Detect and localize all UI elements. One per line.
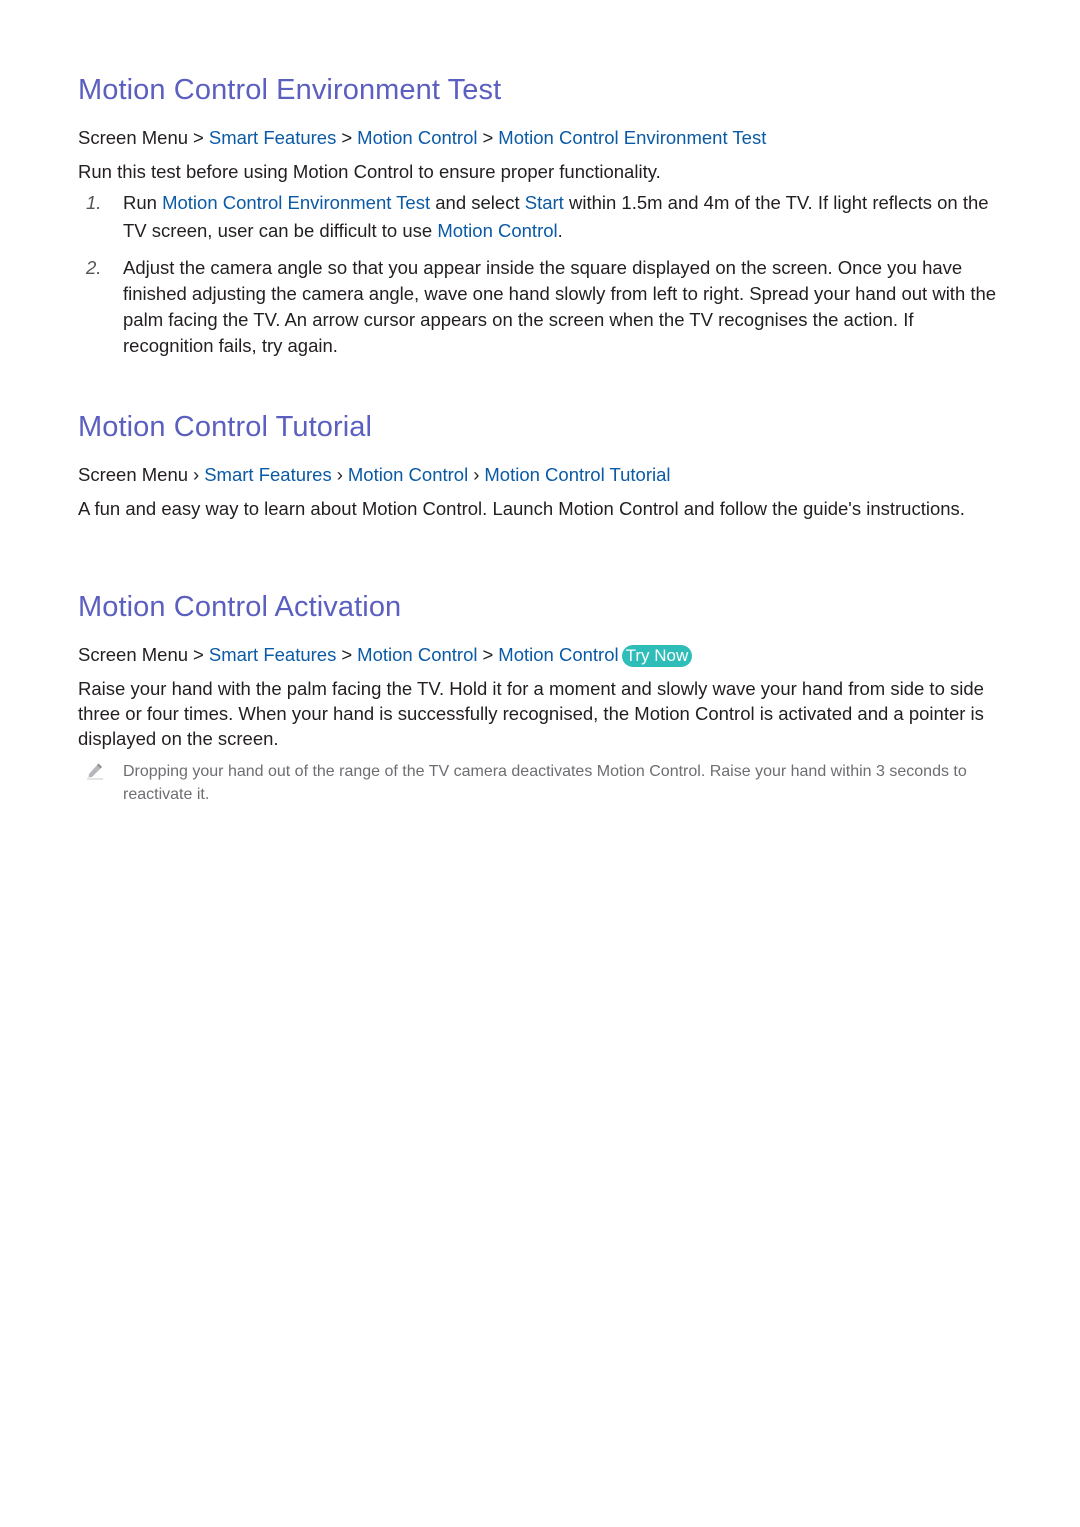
breadcrumb-separator: > <box>193 644 204 665</box>
section-body: Raise your hand with the palm facing the… <box>78 678 984 749</box>
note: Dropping your hand out of the range of t… <box>78 760 1008 806</box>
section-title: Motion Control Environment Test <box>78 74 502 106</box>
breadcrumb-separator: > <box>341 644 353 665</box>
breadcrumb-tutorial[interactable]: Motion Control Tutorial <box>484 464 670 485</box>
breadcrumb-separator: › <box>193 464 200 485</box>
breadcrumb-motion-control[interactable]: Motion Control <box>357 127 477 148</box>
section-title: Motion Control Tutorial <box>78 411 373 443</box>
section-tutorial: Motion Control Tutorial Screen Menu › Smar… <box>78 409 1008 521</box>
breadcrumb: Screen Menu > Smart Features > Motion Contro… <box>78 643 1008 667</box>
breadcrumb-separator: › <box>473 464 480 485</box>
highlight-start: Start <box>524 192 564 213</box>
highlight-motion-control: Motion Control <box>437 220 558 241</box>
breadcrumb-separator: > <box>482 127 494 148</box>
note-text: Dropping your hand out of the range of t… <box>123 763 967 803</box>
step-number: 1. <box>86 192 102 213</box>
step-number: 2. <box>86 257 102 278</box>
breadcrumb-environment-test[interactable]: Motion Control Environment Test <box>498 127 766 148</box>
breadcrumb-separator: › <box>336 464 343 485</box>
breadcrumb-smart-features[interactable]: Smart Features <box>209 127 337 148</box>
breadcrumb-smart-features[interactable]: Smart Features <box>209 644 337 665</box>
try-now-button[interactable]: Try Now <box>621 645 693 667</box>
pencil-icon <box>86 762 104 780</box>
breadcrumb: Screen Menu › Smart Features › Motion Contro… <box>78 463 1008 487</box>
breadcrumb: Screen Menu > Smart Features > Motion Contro… <box>78 126 1008 150</box>
breadcrumb-separator: > <box>341 127 353 148</box>
breadcrumb-motion-control[interactable]: Motion Control <box>348 464 468 485</box>
step-text: Adjust the camera angle so that you appe… <box>123 257 997 356</box>
breadcrumb-root: Screen Menu <box>78 127 189 148</box>
breadcrumb-motion-control[interactable]: Motion Control <box>357 644 477 665</box>
breadcrumb-root: Screen Menu <box>78 644 189 665</box>
step-text: Run <box>123 192 163 213</box>
section-title: Motion Control Activation <box>78 591 402 623</box>
section-intro: Run this test before using Motion Contro… <box>78 161 661 182</box>
breadcrumb-separator: > <box>482 644 494 665</box>
section-body: A fun and easy way to learn about Motion… <box>78 498 965 519</box>
step-1: 1. Run Motion Control Environment Test a… <box>78 189 1008 245</box>
highlight-environment-test: Motion Control Environment Test <box>162 192 431 213</box>
breadcrumb-smart-features[interactable]: Smart Features <box>204 464 332 485</box>
section-environment-test: Motion Control Environment Test Screen M… <box>78 72 1008 359</box>
breadcrumb-motion-control-item[interactable]: Motion Control <box>498 644 618 665</box>
step-2: 2. Adjust the camera angle so that you a… <box>78 255 1008 359</box>
breadcrumb-separator: > <box>193 127 204 148</box>
section-activation: Motion Control Activation Screen Menu > Sm… <box>78 589 1008 806</box>
step-text: and select <box>430 192 525 213</box>
breadcrumb-root: Screen Menu <box>78 464 189 485</box>
step-text: . <box>557 220 563 241</box>
